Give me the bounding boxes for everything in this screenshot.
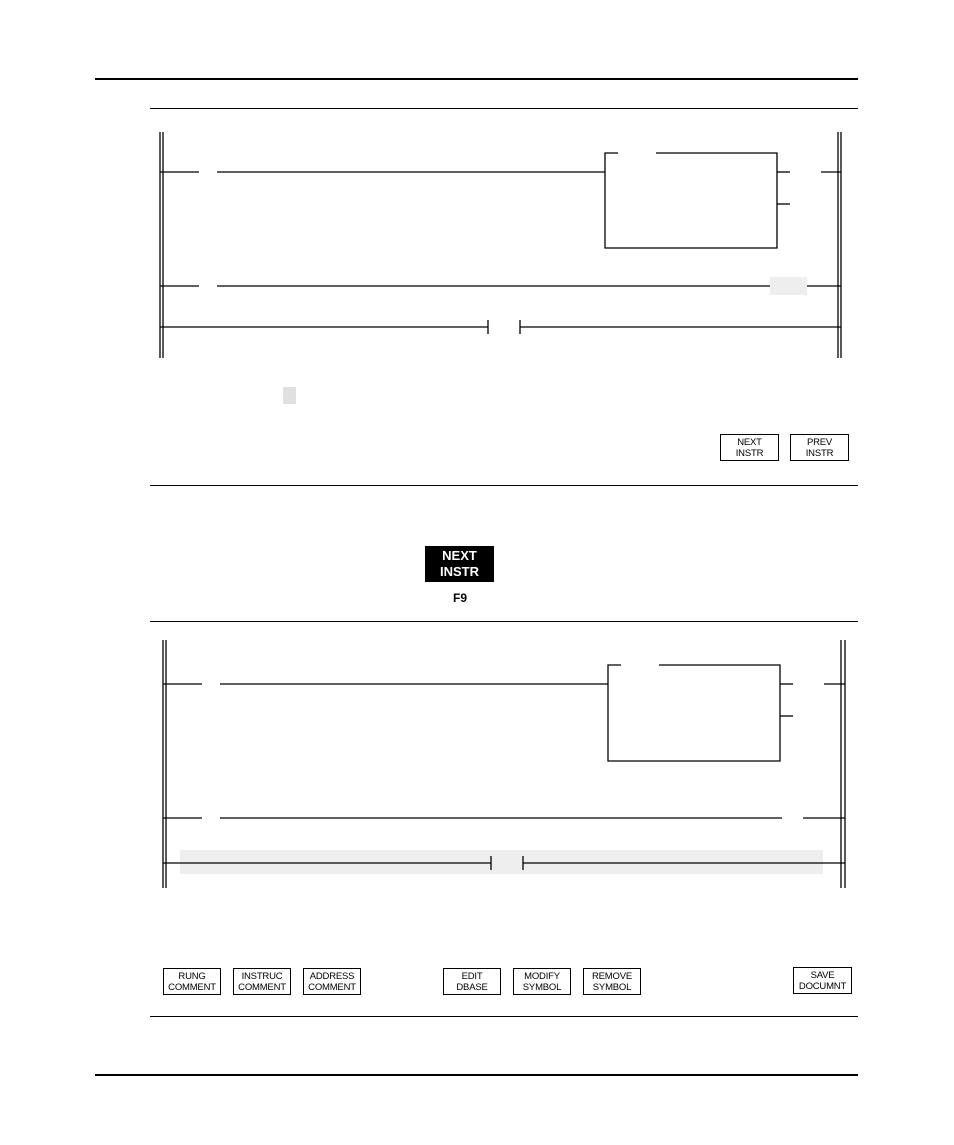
rung-comment-line2: COMMENT xyxy=(168,982,216,993)
edit-dbase-line1: EDIT xyxy=(461,971,483,982)
save-documnt-line1: SAVE xyxy=(810,970,835,981)
address-comment-softkey[interactable]: ADDRESS COMMENT xyxy=(303,968,361,995)
remove-symbol-line1: REMOVE xyxy=(592,971,632,982)
instruction-block xyxy=(607,664,781,762)
modify-symbol-line1: MODIFY xyxy=(524,971,560,982)
save-documnt-softkey[interactable]: SAVE DOCUMNT xyxy=(793,967,852,994)
edit-dbase-line2: DBASE xyxy=(456,982,488,993)
rung-comment-softkey[interactable]: RUNG COMMENT xyxy=(163,968,221,995)
remove-symbol-softkey[interactable]: REMOVE SYMBOL xyxy=(583,968,641,995)
instruc-comment-line2: COMMENT xyxy=(238,982,286,993)
instruc-comment-softkey[interactable]: INSTRUC COMMENT xyxy=(233,968,291,995)
selected-branch-highlight xyxy=(180,850,823,874)
instruc-comment-line1: INSTRUC xyxy=(241,971,283,982)
save-documnt-line2: DOCUMNT xyxy=(798,981,847,992)
edit-dbase-softkey[interactable]: EDIT DBASE xyxy=(443,968,501,995)
rung-comment-line1: RUNG xyxy=(178,971,206,982)
remove-symbol-line2: SYMBOL xyxy=(592,982,632,993)
address-comment-line1: ADDRESS xyxy=(309,971,355,982)
modify-symbol-line2: SYMBOL xyxy=(522,982,562,993)
modify-symbol-softkey[interactable]: MODIFY SYMBOL xyxy=(513,968,571,995)
address-comment-line2: COMMENT xyxy=(308,982,356,993)
